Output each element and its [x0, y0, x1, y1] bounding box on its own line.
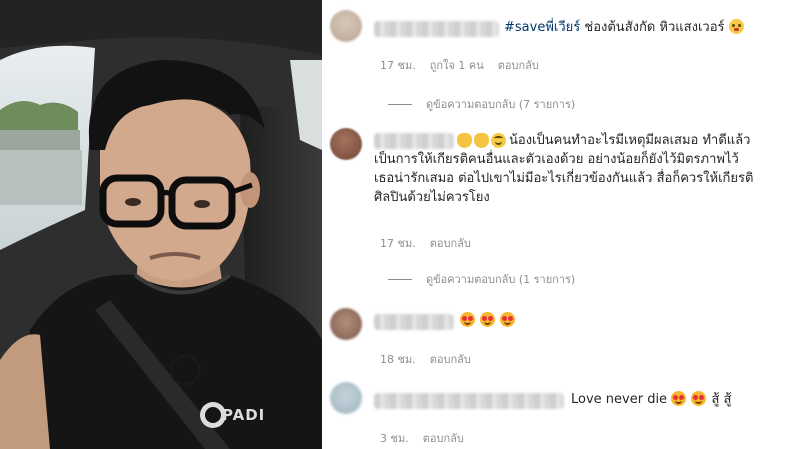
likes-count[interactable]: ถูกใจ 1 คน: [430, 56, 484, 74]
divider-line: [388, 278, 412, 280]
comment-body: ช่องต้นสังกัด หิวแสงเวอร์: [580, 20, 725, 35]
comment-meta: 17 ชม. ตอบกลับ: [380, 234, 471, 252]
view-replies-label: ดูข้อความตอบกลับ (1 รายการ): [426, 273, 576, 286]
shirt-logo-text: PADI: [222, 406, 266, 424]
avatar[interactable]: [330, 10, 362, 42]
reply-button[interactable]: ตอบกลับ: [430, 350, 471, 368]
comment-meta: 17 ชม. ถูกใจ 1 คน ตอบกลับ: [380, 56, 539, 74]
reply-button[interactable]: ตอบกลับ: [423, 429, 464, 447]
heart-eyes-icon: [691, 391, 707, 406]
username-blurred[interactable]: [374, 314, 454, 330]
comments-panel: #saveพี่เวียร์ ช่องต้นสังกัด หิวแสงเวอร์…: [322, 0, 802, 449]
divider-line: [388, 103, 412, 105]
comment-time: 3 ชม.: [380, 432, 409, 445]
comment-text: น้องเป็นคนทำอะไรมีเหตุมีผลเสมอ ทำดีแล้ว …: [374, 133, 754, 205]
avatar[interactable]: [330, 382, 362, 414]
heart-eyes-icon: [480, 312, 496, 327]
flushed-face-icon: [728, 19, 744, 34]
comment-time: 17 ชม.: [380, 237, 416, 250]
avatar[interactable]: [330, 128, 362, 160]
comment-body: Love never die: [571, 392, 672, 407]
username-blurred[interactable]: [374, 393, 564, 409]
comment-text: Love never die สู้ สู้: [571, 390, 732, 409]
comment-meta: 18 ชม. ตอบกลับ: [380, 350, 471, 368]
view-replies-button[interactable]: ดูข้อความตอบกลับ (1 รายการ): [388, 270, 575, 288]
heart-eyes-icon: [671, 391, 687, 406]
reply-button[interactable]: ตอบกลับ: [430, 234, 471, 252]
comment-text: [460, 311, 516, 330]
reply-button[interactable]: ตอบกลับ: [498, 56, 539, 74]
username-blurred[interactable]: [374, 21, 499, 37]
avatar[interactable]: [330, 308, 362, 340]
comment-meta: 3 ชม. ตอบกลับ: [380, 429, 464, 447]
comment-time: 17 ชม.: [380, 59, 416, 72]
view-replies-label: ดูข้อความตอบกลับ (7 รายการ): [426, 98, 576, 111]
heart-eyes-icon: [460, 312, 475, 327]
view-replies-button[interactable]: ดูข้อความตอบกลับ (7 รายการ): [388, 95, 575, 113]
hashtag-link[interactable]: #saveพี่เวียร์: [504, 20, 580, 35]
post-photo: PADI: [0, 0, 322, 449]
comment-suffix: สู้ สู้: [711, 392, 732, 407]
comment-time: 18 ชม.: [380, 353, 416, 366]
heart-eyes-icon: [500, 312, 516, 327]
selfie-in-car-image: [0, 0, 322, 449]
comment-text: #saveพี่เวียร์ ช่องต้นสังกัด หิวแสงเวอร์: [504, 18, 745, 37]
